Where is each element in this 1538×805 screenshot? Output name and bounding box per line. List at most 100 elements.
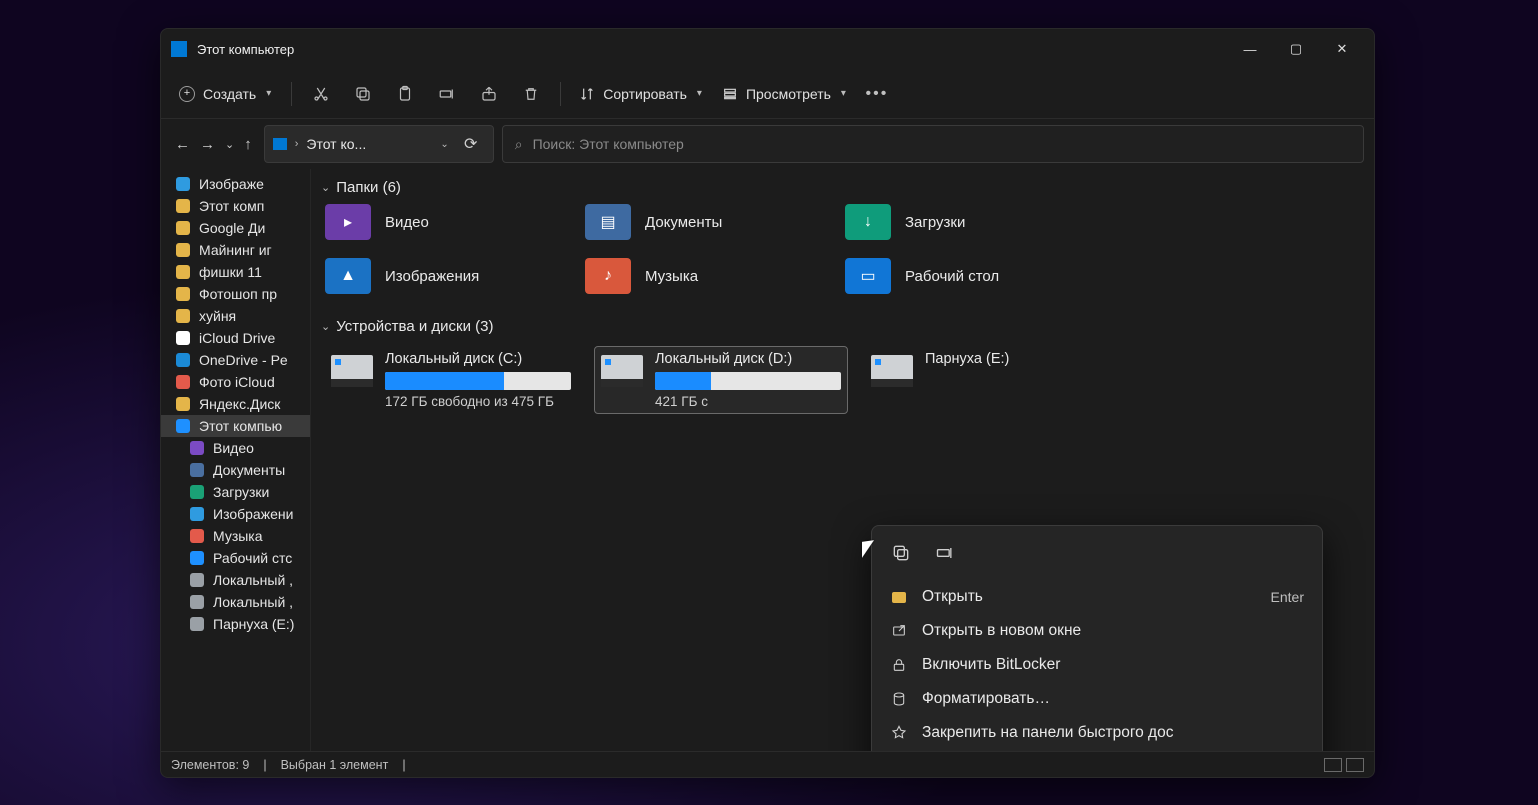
drive-item[interactable]: Локальный диск (D:)421 ГБ с: [595, 347, 847, 413]
sidebar-item[interactable]: Локальный ,: [161, 569, 310, 591]
sidebar-item[interactable]: iCloud Drive: [161, 327, 310, 349]
sidebar-item-label: Музыка: [213, 528, 263, 544]
sidebar-item[interactable]: Видео: [161, 437, 310, 459]
ctx-copy-button[interactable]: [886, 538, 916, 568]
copy-icon: [891, 543, 911, 563]
sidebar-item[interactable]: Локальный ,: [161, 591, 310, 613]
folder-item[interactable]: ♪Музыка: [585, 258, 845, 294]
maximize-button[interactable]: ▢: [1282, 35, 1310, 63]
nav-row: ← → ⌄ ↑ › Этот ко... ⌄ ⟳ ⌕ Поиск: Этот к…: [161, 119, 1374, 169]
chevron-down-icon[interactable]: ⌄: [440, 139, 448, 150]
context-menu-quick-actions: [872, 532, 1322, 580]
context-menu-item[interactable]: Включить BitLocker: [872, 648, 1322, 682]
sidebar-item[interactable]: Фотошоп пр: [161, 283, 310, 305]
ctx-rename-button[interactable]: [930, 538, 960, 568]
sidebar-item[interactable]: Парнуха (E:): [161, 613, 310, 635]
folder-item[interactable]: ▲Изображения: [325, 258, 585, 294]
sidebar: ИзображеЭтот компGoogle Ди Майнинг иг фишк…: [161, 169, 311, 751]
drive-name: Локальный диск (D:): [655, 351, 841, 367]
status-count: Элементов: 9: [171, 758, 249, 772]
view-icons-button[interactable]: [1346, 758, 1364, 772]
more-button[interactable]: •••: [858, 76, 896, 112]
sidebar-item[interactable]: Google Ди: [161, 217, 310, 239]
sidebar-item[interactable]: Музыка: [161, 525, 310, 547]
folder-label: Изображения: [385, 268, 479, 285]
folder-icon: ▭: [845, 258, 891, 294]
separator: [560, 82, 561, 106]
picture-icon: [175, 176, 191, 192]
view-toggle: [1324, 758, 1364, 772]
context-menu-shortcut: Enter: [1271, 589, 1304, 605]
drive-icon: [189, 572, 205, 588]
context-menu-item[interactable]: Форматировать…: [872, 682, 1322, 716]
sidebar-item[interactable]: Изображени: [161, 503, 310, 525]
folder-icon: [175, 198, 191, 214]
folder-item[interactable]: ▸Видео: [325, 204, 585, 240]
folder-item[interactable]: ▭Рабочий стол: [845, 258, 1105, 294]
folder-label: Документы: [645, 214, 722, 231]
refresh-button[interactable]: ⟳: [457, 134, 485, 154]
sidebar-item-label: Локальный ,: [213, 572, 293, 588]
drives-section-header[interactable]: ⌄ Устройства и диски (3): [321, 314, 1364, 343]
back-button[interactable]: ←: [175, 136, 190, 153]
chevron-down-icon: ▾: [841, 88, 846, 99]
cut-icon: [312, 85, 330, 103]
context-menu-item[interactable]: Открыть в новом окне: [872, 614, 1322, 648]
sidebar-item[interactable]: Рабочий стс: [161, 547, 310, 569]
music-icon: [189, 528, 205, 544]
search-input[interactable]: ⌕ Поиск: Этот компьютер: [502, 125, 1364, 163]
copy-button[interactable]: [344, 76, 382, 112]
sidebar-item[interactable]: Яндекс.Диск: [161, 393, 310, 415]
close-button[interactable]: ✕: [1328, 35, 1356, 63]
delete-button[interactable]: [512, 76, 550, 112]
lock-icon: [890, 656, 908, 674]
folders-section-header[interactable]: ⌄ Папки (6): [321, 175, 1364, 204]
context-menu-item[interactable]: ОткрытьEnter: [872, 580, 1322, 614]
view-details-button[interactable]: [1324, 758, 1342, 772]
drive-icon: [871, 355, 913, 387]
chevron-down-icon: ▾: [697, 88, 702, 99]
sidebar-item[interactable]: Этот комп: [161, 195, 310, 217]
chevron-down-icon: ⌄: [321, 181, 330, 194]
forward-button[interactable]: →: [200, 136, 215, 153]
sidebar-item[interactable]: Этот компью: [161, 415, 310, 437]
sidebar-item[interactable]: Загрузки: [161, 481, 310, 503]
rename-button[interactable]: [428, 76, 466, 112]
sidebar-item[interactable]: OneDrive - Pe: [161, 349, 310, 371]
sidebar-item[interactable]: Документы: [161, 459, 310, 481]
folder-label: Музыка: [645, 268, 698, 285]
sidebar-item[interactable]: Фото iCloud: [161, 371, 310, 393]
context-menu-item[interactable]: Закрепить на панели быстрого дос: [872, 716, 1322, 750]
sort-button[interactable]: Сортировать ▾: [571, 80, 710, 108]
view-button[interactable]: Просмотреть ▾: [714, 80, 854, 108]
drives-row: Локальный диск (C:)172 ГБ свободно из 47…: [321, 347, 1364, 413]
desktop-icon: [189, 550, 205, 566]
rename-icon: [935, 543, 955, 563]
search-icon: ⌕: [515, 136, 523, 153]
sidebar-item[interactable]: фишки 11: [161, 261, 310, 283]
sidebar-item-label: Майнинг иг: [199, 242, 272, 258]
address-bar[interactable]: › Этот ко... ⌄ ⟳: [264, 125, 494, 163]
copy-icon: [354, 85, 372, 103]
sidebar-item-label: Рабочий стс: [213, 550, 292, 566]
context-menu-item[interactable]: Закрепить на начальном экране: [872, 750, 1322, 751]
drives-head-label: Устройства и диски (3): [336, 318, 493, 335]
up-button[interactable]: ↑: [244, 136, 252, 153]
new-button[interactable]: + Создать ▾: [169, 80, 281, 108]
drive-icon: [601, 355, 643, 387]
chevron-right-icon: ›: [295, 138, 299, 150]
minimize-button[interactable]: ―: [1236, 35, 1264, 63]
folder-item[interactable]: ↓Загрузки: [845, 204, 1105, 240]
drive-item[interactable]: Локальный диск (C:)172 ГБ свободно из 47…: [325, 347, 577, 413]
sidebar-item[interactable]: Изображе: [161, 173, 310, 195]
recent-button[interactable]: ⌄: [225, 138, 234, 151]
share-button[interactable]: [470, 76, 508, 112]
rename-icon: [438, 85, 456, 103]
drive-item[interactable]: Парнуха (E:): [865, 347, 1117, 413]
sidebar-item[interactable]: Майнинг иг: [161, 239, 310, 261]
sidebar-item[interactable]: хуйня: [161, 305, 310, 327]
folder-icon: [175, 242, 191, 258]
paste-button[interactable]: [386, 76, 424, 112]
folder-item[interactable]: ▤Документы: [585, 204, 845, 240]
cut-button[interactable]: [302, 76, 340, 112]
